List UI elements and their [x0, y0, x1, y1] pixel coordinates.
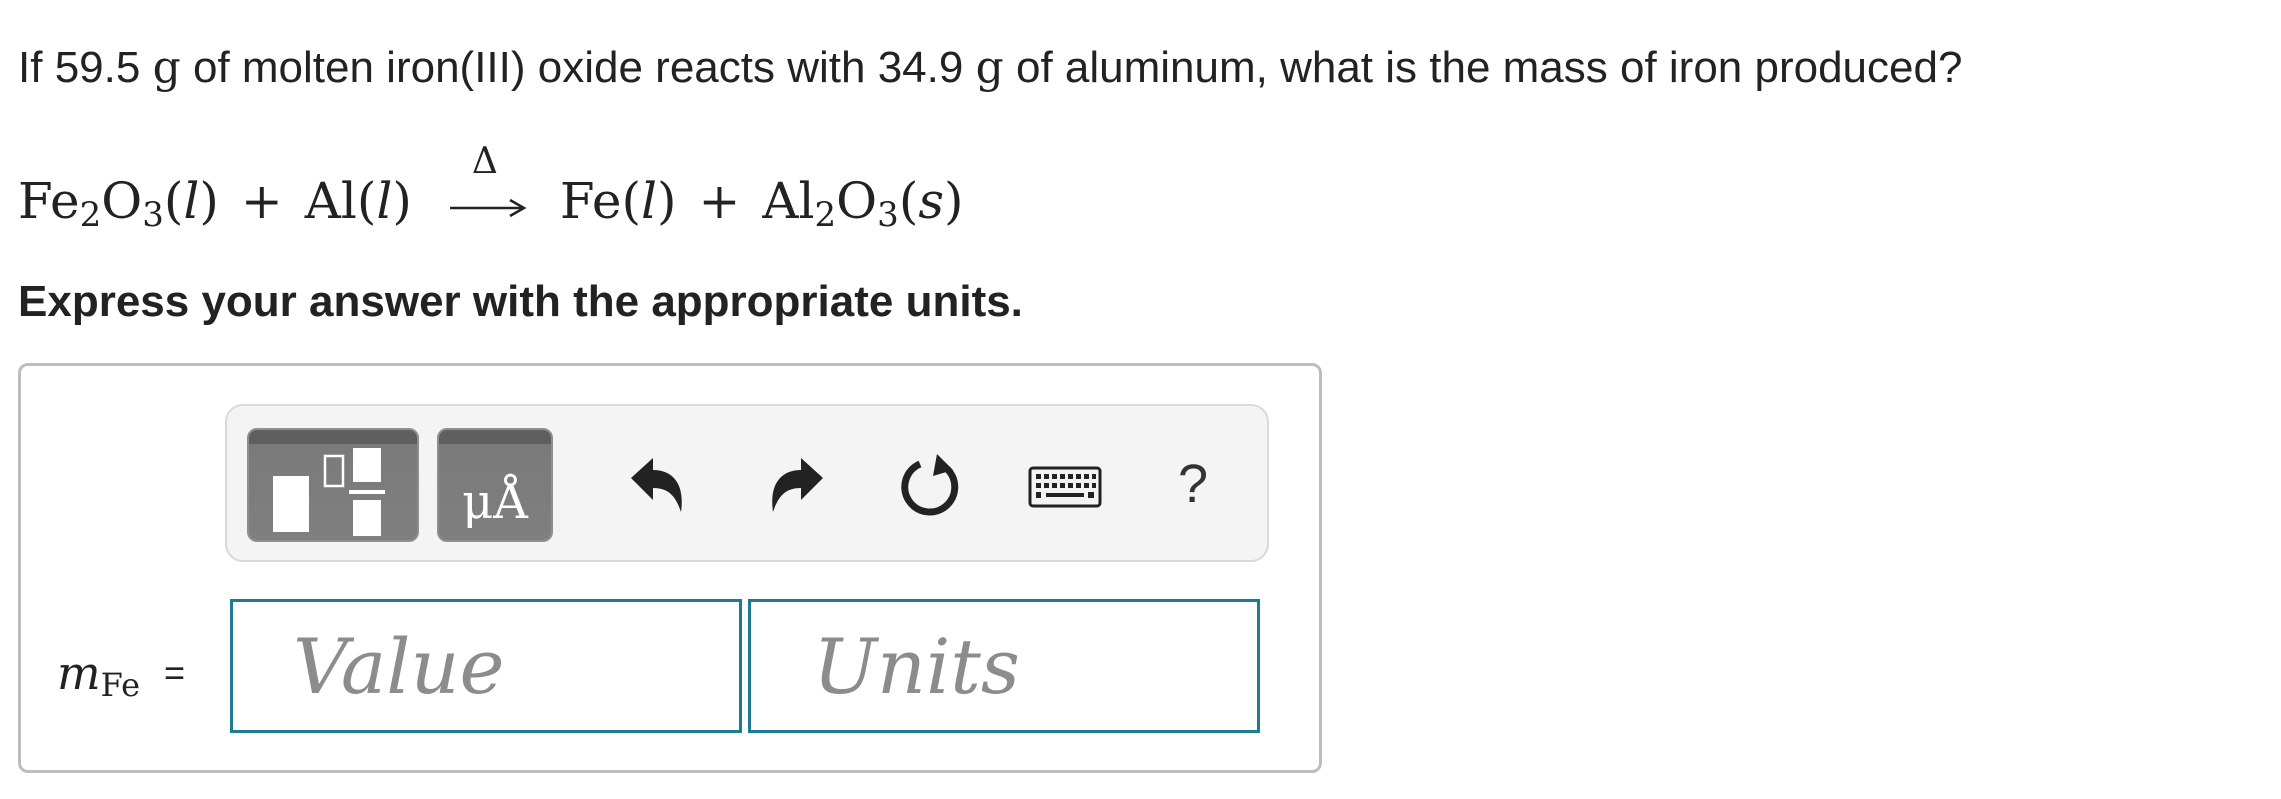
redo-button[interactable] — [757, 448, 833, 524]
reset-button[interactable] — [893, 448, 969, 524]
mass-unit: g — [152, 42, 181, 93]
instruction-text: Express your answer with the appropriate… — [18, 277, 1023, 326]
help-icon: ? — [1177, 454, 1209, 514]
keyboard-button[interactable] — [1027, 448, 1103, 524]
chemical-equation: Fe2O3(l) + Al(l) Δ Fe(l) + Al2O3(s) — [18, 142, 964, 236]
redo-icon — [772, 458, 823, 512]
arrow-icon — [449, 198, 527, 218]
units-input[interactable] — [748, 599, 1260, 733]
product-aluminum-oxide: Al2O3(s) — [762, 172, 964, 235]
product-iron: Fe(l) — [559, 172, 677, 230]
variable-subscript: Fe — [100, 666, 141, 704]
plus-sign: + — [240, 172, 283, 230]
reset-icon — [901, 454, 959, 516]
question-suffix: of aluminum, what is the mass of iron pr… — [1015, 43, 1963, 92]
plus-sign: + — [698, 172, 741, 230]
question-prefix: If — [18, 43, 43, 92]
aluminum-mass: 34.9 — [877, 43, 964, 92]
undo-button[interactable] — [621, 448, 697, 524]
keyboard-icon — [1028, 466, 1102, 508]
mass-unit: g — [975, 42, 1004, 93]
reactant-aluminum: Al(l) — [304, 172, 412, 230]
symbols-button[interactable]: μÅ — [437, 428, 553, 542]
value-input[interactable] — [230, 599, 742, 733]
iron-oxide-mass: 59.5 — [54, 43, 141, 92]
help-button[interactable]: ? — [1163, 454, 1223, 514]
reactant-iron-oxide: Fe2O3(l) — [18, 172, 219, 235]
symbols-label: μÅ — [462, 474, 528, 530]
answer-panel: μÅ ? m Fe = Value Units — [18, 363, 1322, 773]
math-toolbar: μÅ ? — [225, 404, 1269, 562]
variable-symbol: m — [57, 646, 101, 700]
undo-icon — [631, 458, 682, 512]
templates-button[interactable] — [247, 428, 419, 542]
answer-variable-label: m Fe = — [57, 638, 185, 708]
question-middle: of molten iron(III) oxide reacts with — [192, 43, 866, 92]
question-text: If 59.5 g of molten iron(III) oxide reac… — [18, 38, 1962, 98]
reaction-arrow: Δ — [448, 142, 528, 236]
equals-sign: = — [164, 652, 186, 693]
templates-icon — [273, 448, 385, 536]
